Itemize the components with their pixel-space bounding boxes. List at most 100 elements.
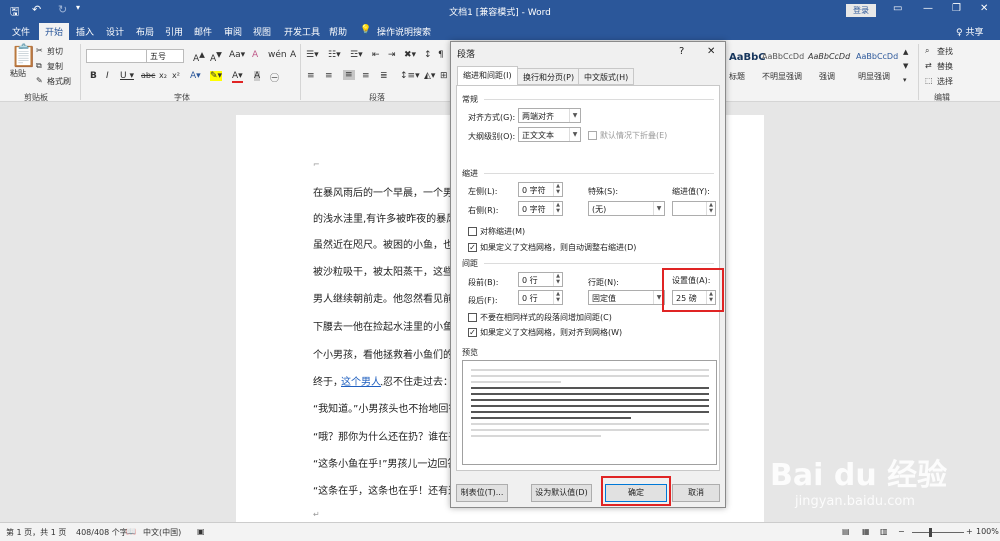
help-button[interactable]: ? — [679, 46, 684, 57]
line-spacing-select[interactable]: 固定值 ▼ — [588, 290, 665, 305]
tab-insert[interactable]: 插入 — [76, 25, 94, 38]
align-left-icon[interactable]: ≡ — [307, 71, 315, 81]
format-painter-button[interactable]: 格式刷 — [47, 76, 71, 87]
cut-button[interactable]: 剪切 — [47, 46, 63, 57]
format-painter-icon[interactable]: ✎ — [36, 76, 43, 85]
styles-scroll-up-icon[interactable]: ▲ — [903, 48, 908, 56]
select-icon[interactable]: ⬚ — [925, 76, 933, 85]
shading-icon[interactable]: ◭▾ — [424, 71, 435, 81]
underline-icon[interactable]: U ▾ — [120, 71, 134, 81]
justify-icon[interactable]: ≡ — [343, 70, 355, 80]
indent-by-spinner[interactable]: ▲ ▼ — [672, 201, 716, 216]
tell-me-search[interactable]: 操作说明搜索 — [377, 25, 431, 38]
login-button[interactable]: 登录 — [846, 4, 876, 17]
tab-layout[interactable]: 布局 — [136, 25, 154, 38]
styles-scroll-down-icon[interactable]: ▼ — [903, 62, 908, 70]
numbering-icon[interactable]: ☷▾ — [328, 50, 341, 60]
page-count[interactable]: 第 1 页，共 1 页 — [6, 527, 66, 538]
style-subtle-preview[interactable]: AaBbCcDd — [762, 52, 804, 61]
distributed-icon[interactable]: ≣ — [380, 71, 388, 81]
zoom-in-icon[interactable]: + — [966, 527, 973, 536]
char-shading-icon[interactable]: A — [254, 71, 261, 81]
tab-design[interactable]: 设计 — [106, 25, 124, 38]
zoom-out-icon[interactable]: − — [898, 527, 905, 536]
change-case-icon[interactable]: Aa▾ — [229, 50, 245, 60]
spin-arrows-icon[interactable]: ▲ ▼ — [553, 202, 562, 215]
find-icon[interactable]: ⌕ — [925, 46, 929, 56]
language[interactable]: 中文(中国) — [143, 527, 181, 538]
right-indent-spinner[interactable]: 0 字符 ▲ ▼ — [518, 201, 563, 216]
show-marks-icon[interactable]: ¶ — [438, 50, 444, 60]
zoom-level[interactable]: 100% — [976, 527, 999, 536]
cancel-button[interactable]: 取消 — [672, 484, 720, 502]
style-heading-preview[interactable]: AaBbC — [729, 52, 766, 63]
read-mode-icon[interactable]: ▤ — [842, 527, 850, 536]
text-effects-icon[interactable]: A▾ — [190, 71, 201, 81]
space-before-spinner[interactable]: 0 行 ▲ ▼ — [518, 272, 563, 287]
restore-icon[interactable]: ❐ — [952, 3, 961, 14]
mirror-indents-checkbox[interactable] — [468, 227, 477, 236]
tab-line-page-breaks[interactable]: 换行和分页(P) — [517, 68, 581, 85]
align-center-icon[interactable]: ≡ — [325, 71, 333, 81]
tab-asian-typography[interactable]: 中文版式(H) — [578, 68, 635, 85]
share-button[interactable]: ♀ 共享 — [956, 25, 983, 38]
enclose-char-icon[interactable]: ㊀ — [270, 71, 279, 84]
space-after-spinner[interactable]: 0 行 ▲ ▼ — [518, 290, 563, 305]
borders-icon[interactable]: ⊞ — [440, 71, 448, 81]
copy-icon[interactable]: ⧉ — [36, 61, 42, 71]
bold-icon[interactable]: B — [90, 71, 97, 81]
chinese-layout-icon[interactable]: ✖▾ — [404, 50, 416, 60]
line-spacing-icon[interactable]: ↕≡▾ — [400, 71, 420, 81]
grow-font-icon[interactable]: A▲ — [193, 50, 205, 64]
tabs-button[interactable]: 制表位(T)... — [456, 484, 508, 502]
sort-icon[interactable]: ↕ — [424, 50, 432, 60]
tab-mailings[interactable]: 邮件 — [194, 25, 212, 38]
close-icon[interactable]: ✕ — [980, 3, 988, 14]
ribbon-options-icon[interactable]: ▭ — [893, 3, 902, 14]
bullets-icon[interactable]: ☰▾ — [306, 50, 319, 60]
char-border-icon[interactable]: A — [290, 50, 296, 60]
zoom-slider[interactable] — [912, 532, 964, 533]
outline-level-select[interactable]: 正文文本 ▼ — [518, 127, 581, 142]
tab-home[interactable]: 开始 — [39, 23, 70, 40]
styles-more-icon[interactable]: ▾ — [903, 76, 907, 84]
clear-format-icon[interactable]: A — [252, 50, 258, 60]
copy-button[interactable]: 复制 — [47, 61, 63, 72]
spin-arrows-icon[interactable]: ▲ ▼ — [706, 202, 715, 215]
alignment-select[interactable]: 两端对齐 ▼ — [518, 108, 581, 123]
style-intense-preview[interactable]: AaBbCcDd — [856, 52, 898, 61]
scissors-icon[interactable]: ✂ — [36, 46, 43, 55]
tab-file[interactable]: 文件 — [12, 25, 30, 38]
set-default-button[interactable]: 设为默认值(D) — [531, 484, 592, 502]
zoom-slider-thumb[interactable] — [929, 528, 932, 537]
font-color-icon[interactable]: A▾ — [232, 71, 243, 83]
collapse-checkbox[interactable] — [588, 131, 597, 140]
font-size-combo[interactable]: 五号 — [146, 49, 184, 63]
decrease-indent-icon[interactable]: ⇤ — [372, 50, 380, 60]
paste-icon[interactable]: 📋 — [10, 44, 37, 69]
macro-icon[interactable]: ▣ — [197, 527, 205, 536]
tab-view[interactable]: 视图 — [253, 25, 271, 38]
spin-arrows-icon[interactable]: ▲ ▼ — [553, 183, 562, 196]
select-button[interactable]: 选择 — [937, 76, 953, 87]
replace-button[interactable]: 替换 — [937, 61, 953, 72]
print-layout-icon[interactable]: ▦ — [862, 527, 870, 536]
doc-link[interactable]: 这个男人 — [341, 373, 381, 388]
minimize-icon[interactable]: — — [923, 3, 933, 14]
shrink-font-icon[interactable]: A▼ — [210, 50, 222, 64]
tab-references[interactable]: 引用 — [165, 25, 183, 38]
italic-icon[interactable]: I — [106, 71, 109, 81]
web-layout-icon[interactable]: ▥ — [880, 527, 888, 536]
no-space-same-style-checkbox[interactable] — [468, 313, 477, 322]
subscript-icon[interactable]: x₂ — [159, 71, 167, 80]
left-indent-spinner[interactable]: 0 字符 ▲ ▼ — [518, 182, 563, 197]
dialog-close-button[interactable]: ✕ — [707, 46, 715, 57]
tab-developer[interactable]: 开发工具 — [284, 25, 320, 38]
phonetic-icon[interactable]: wén — [268, 50, 287, 60]
strikethrough-icon[interactable]: abc — [141, 71, 155, 80]
increase-indent-icon[interactable]: ⇥ — [388, 50, 396, 60]
tab-indents-spacing[interactable]: 缩进和间距(I) — [457, 66, 518, 86]
superscript-icon[interactable]: x² — [172, 71, 180, 80]
paste-button[interactable]: 粘贴 — [10, 68, 26, 79]
find-button[interactable]: 查找 — [937, 46, 953, 57]
